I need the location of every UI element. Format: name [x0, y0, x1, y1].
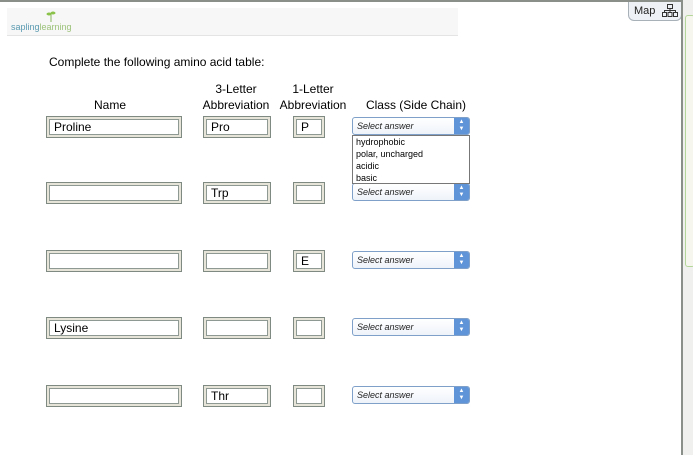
- header-one-letter: 1-Letter Abbreviation: [279, 82, 347, 112]
- class-select[interactable]: Select answer ▲ ▼: [352, 117, 470, 135]
- three-letter-field-box: [203, 250, 271, 272]
- vertical-scrollbar[interactable]: [681, 0, 693, 455]
- name-input[interactable]: Proline: [49, 119, 179, 135]
- map-button[interactable]: Map: [628, 2, 682, 21]
- one-letter-input[interactable]: [296, 320, 322, 336]
- three-letter-input[interactable]: Trp: [206, 185, 268, 201]
- class-select[interactable]: Select answer ▲ ▼: [352, 251, 470, 269]
- one-letter-field-box: [293, 317, 325, 339]
- name-field-box: [46, 182, 182, 204]
- instruction-text: Complete the following amino acid table:: [49, 55, 265, 69]
- three-letter-field-box: [203, 317, 271, 339]
- updown-arrow-icon: ▲ ▼: [454, 319, 469, 335]
- one-letter-field-box: [293, 385, 325, 407]
- three-letter-field-box: Thr: [203, 385, 271, 407]
- one-letter-input[interactable]: [296, 185, 322, 201]
- three-letter-input[interactable]: Thr: [206, 388, 268, 404]
- sapling-learning-logo: saplinglearning: [11, 22, 72, 32]
- name-input[interactable]: [49, 388, 179, 404]
- class-select-value: Select answer: [357, 121, 414, 131]
- updown-arrow-icon: ▲ ▼: [454, 118, 469, 134]
- class-dropdown-list: hydrophobic polar, uncharged acidic basi…: [352, 135, 470, 184]
- class-select-value: Select answer: [357, 390, 414, 400]
- dropdown-option[interactable]: acidic: [353, 160, 469, 172]
- one-letter-field-box: P: [293, 116, 325, 138]
- updown-arrow-icon: ▲ ▼: [454, 184, 469, 200]
- three-letter-field-box: Pro: [203, 116, 271, 138]
- name-input[interactable]: Lysine: [49, 320, 179, 336]
- scrollbar-thumb[interactable]: [685, 15, 693, 267]
- one-letter-input[interactable]: P: [296, 119, 322, 135]
- dropdown-option[interactable]: basic: [353, 172, 469, 184]
- one-letter-input[interactable]: [296, 388, 322, 404]
- one-letter-field-box: [293, 182, 325, 204]
- class-select-value: Select answer: [357, 322, 414, 332]
- dropdown-option[interactable]: polar, uncharged: [353, 148, 469, 160]
- class-select[interactable]: Select answer ▲ ▼: [352, 386, 470, 404]
- sprout-logo-icon: [46, 11, 56, 22]
- class-select-value: Select answer: [357, 187, 414, 197]
- class-select[interactable]: Select answer ▲ ▼: [352, 183, 470, 201]
- three-letter-input[interactable]: [206, 320, 268, 336]
- name-field-box: [46, 385, 182, 407]
- three-letter-input[interactable]: Pro: [206, 119, 268, 135]
- header-three-letter: 3-Letter Abbreviation: [202, 82, 270, 112]
- updown-arrow-icon: ▲ ▼: [454, 387, 469, 403]
- class-select-value: Select answer: [357, 255, 414, 265]
- name-field-box: [46, 250, 182, 272]
- header-class: Class (Side Chain): [365, 98, 467, 112]
- name-input[interactable]: [49, 253, 179, 269]
- name-input[interactable]: [49, 185, 179, 201]
- top-border: [0, 0, 683, 2]
- one-letter-field-box: E: [293, 250, 325, 272]
- name-field-box: Lysine: [46, 317, 182, 339]
- name-field-box: Proline: [46, 116, 182, 138]
- header-bar: saplinglearning: [7, 8, 458, 36]
- class-select[interactable]: Select answer ▲ ▼: [352, 318, 470, 336]
- updown-arrow-icon: ▲ ▼: [454, 252, 469, 268]
- header-name: Name: [93, 98, 126, 112]
- one-letter-input[interactable]: E: [296, 253, 322, 269]
- three-letter-field-box: Trp: [203, 182, 271, 204]
- sitemap-icon: [662, 4, 678, 17]
- dropdown-option[interactable]: hydrophobic: [353, 136, 469, 148]
- three-letter-input[interactable]: [206, 253, 268, 269]
